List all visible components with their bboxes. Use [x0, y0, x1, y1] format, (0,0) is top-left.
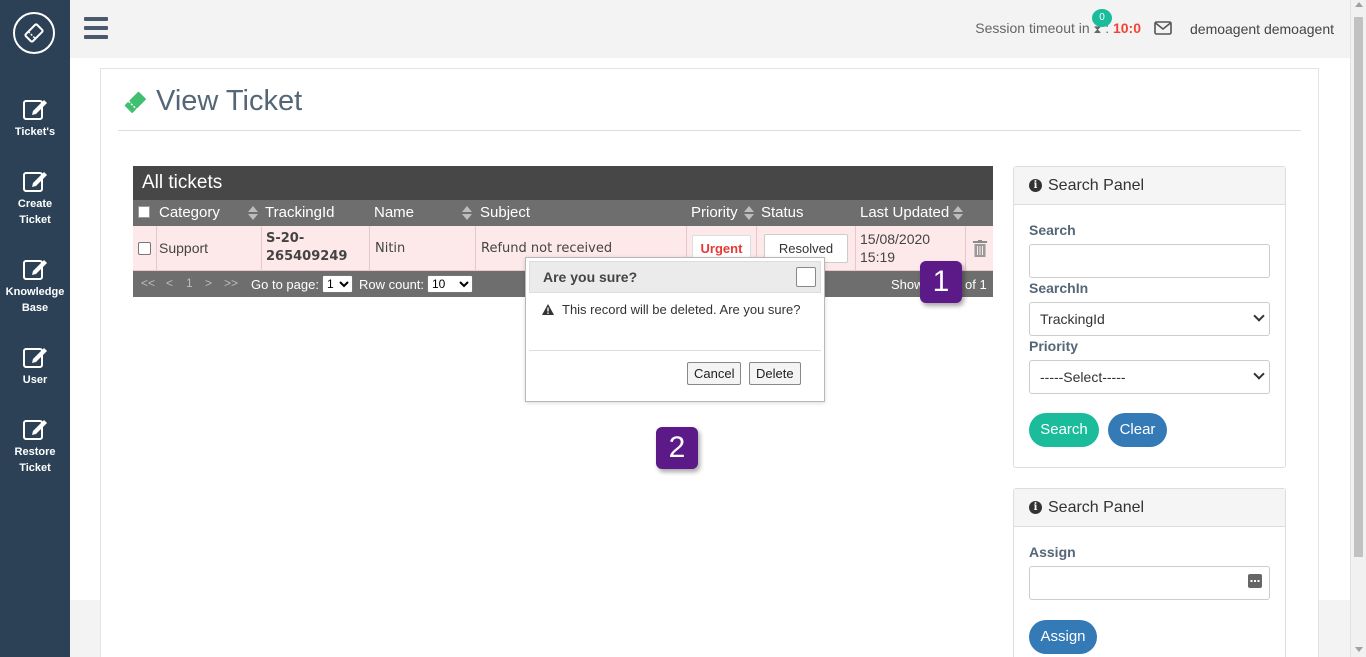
column-header-name[interactable]: Name — [374, 204, 414, 221]
topbar: Session timeout in ⧗ : 10:0 demoagent de… — [70, 0, 1350, 58]
sidebar-item-label: Knowledge Base — [5, 286, 65, 314]
row-count-select[interactable]: 10 — [427, 275, 473, 293]
column-header-last-updated[interactable]: Last Updated — [860, 204, 949, 221]
sidebar-item-restore-ticket[interactable]: Restore Ticket — [0, 416, 70, 476]
page-scrollbar[interactable] — [1350, 0, 1366, 657]
search-panel-title: Search Panel — [1048, 176, 1145, 194]
priority-select[interactable]: -----Select----- — [1029, 360, 1270, 394]
cancel-button[interactable]: Cancel — [687, 362, 742, 385]
confirm-delete-dialog: Are you sure? This record will be delete… — [525, 257, 825, 402]
sidebar-item-label: Restore Ticket — [14, 446, 56, 474]
column-header-trackingid[interactable]: TrackingId — [265, 204, 334, 221]
showing-total-text: of 1 — [965, 277, 987, 292]
chevron-down-icon — [1253, 368, 1265, 380]
sidebar-item-create-ticket[interactable]: Create Ticket — [0, 168, 70, 228]
sort-icon[interactable] — [462, 206, 472, 220]
pager-prev-button[interactable]: < — [166, 276, 173, 290]
showing-text: Show — [891, 277, 924, 292]
chevron-down-icon — [1253, 310, 1265, 322]
column-header-priority[interactable]: Priority — [691, 204, 738, 221]
ticket-icon — [124, 91, 146, 113]
assign-button[interactable]: Assign — [1029, 620, 1097, 654]
edit-icon — [23, 348, 47, 368]
warning-icon — [542, 304, 554, 315]
goto-page-select[interactable]: 1 — [322, 275, 353, 293]
logo-ticket-icon[interactable] — [13, 12, 55, 54]
hamburger-menu-icon[interactable] — [84, 17, 108, 39]
user-menu[interactable]: demoagent demoagent — [1190, 21, 1334, 37]
assign-panel: i Search Panel Assign Assign — [1013, 488, 1286, 657]
priority-label: Priority — [1029, 338, 1079, 354]
info-icon: i — [1029, 501, 1042, 514]
scroll-thumb[interactable] — [1354, 17, 1363, 557]
dialog-title: Are you sure? — [543, 269, 638, 285]
pager-first-button[interactable]: << — [141, 276, 155, 290]
delete-row-cell — [966, 226, 993, 270]
goto-page-label: Go to page: — [251, 277, 319, 292]
session-timer: 10:0 — [1112, 20, 1141, 36]
ellipsis-icon[interactable] — [1248, 574, 1262, 588]
sidebar-item-label: Ticket's — [14, 126, 56, 138]
searchin-select[interactable]: TrackingId — [1029, 302, 1270, 336]
pager-next-button[interactable]: > — [205, 276, 212, 290]
step-callout-2: 2 — [656, 427, 698, 469]
dialog-message-text: This record will be deleted. Are you sur… — [562, 302, 801, 317]
step-callout-1: 1 — [920, 261, 962, 303]
column-header-subject[interactable]: Subject — [480, 204, 530, 221]
pager-last-button[interactable]: >> — [224, 276, 238, 290]
row-checkbox-cell — [133, 226, 157, 270]
page-title-text: View Ticket — [156, 85, 303, 117]
search-panel: i Search Panel Search SearchIn TrackingI… — [1013, 166, 1286, 468]
assign-input[interactable] — [1029, 566, 1270, 600]
dialog-close-button[interactable] — [796, 267, 816, 287]
sort-icon[interactable] — [248, 206, 258, 220]
search-input[interactable] — [1029, 244, 1270, 278]
assign-panel-header: i Search Panel — [1014, 489, 1285, 527]
column-header-status[interactable]: Status — [761, 204, 804, 221]
title-divider — [118, 130, 1301, 131]
edit-icon — [23, 260, 47, 280]
assign-panel-title: Search Panel — [1048, 498, 1145, 516]
sidebar-item-tickets[interactable]: Ticket's — [0, 96, 70, 140]
cell-name: Nitin — [370, 226, 476, 270]
column-header-category[interactable]: Category — [159, 204, 220, 221]
grid-caption: All tickets — [133, 166, 993, 200]
info-icon: i — [1029, 179, 1042, 192]
row-checkbox[interactable] — [138, 241, 151, 255]
row-count-label: Row count: — [359, 277, 425, 292]
trash-icon[interactable] — [972, 239, 987, 257]
sidebar-item-label: Create Ticket — [17, 198, 53, 226]
scroll-up-arrow-icon[interactable] — [1355, 2, 1363, 7]
searchin-label: SearchIn — [1029, 280, 1089, 296]
scroll-down-arrow-icon[interactable] — [1355, 647, 1363, 652]
search-button[interactable]: Search — [1029, 413, 1099, 447]
search-label: Search — [1029, 222, 1076, 238]
sidebar-item-knowledge-base[interactable]: Knowledge Base — [0, 256, 70, 316]
edit-icon — [23, 100, 47, 120]
edit-icon — [23, 172, 47, 192]
session-timeout: Session timeout in ⧗ : 10:0 — [975, 20, 1141, 37]
cell-category: Support — [157, 226, 262, 270]
mail-count-badge: 0 — [1092, 9, 1112, 27]
dialog-divider — [529, 350, 821, 351]
page-title: View Ticket — [122, 85, 302, 118]
cell-trackingid[interactable]: S-20- 265409249 — [262, 226, 370, 270]
sort-icon[interactable] — [953, 206, 963, 220]
grid-header-row: Category TrackingId Name Subject Priorit… — [133, 200, 993, 226]
dialog-header: Are you sure? — [529, 261, 821, 293]
select-all-checkbox[interactable] — [138, 206, 150, 218]
sidebar-item-user[interactable]: User — [0, 344, 70, 388]
sort-icon[interactable] — [744, 206, 754, 220]
assign-label: Assign — [1029, 544, 1076, 560]
edit-icon — [23, 420, 47, 440]
sidebar: Ticket's Create Ticket Knowledge Base Us… — [0, 0, 70, 657]
delete-button[interactable]: Delete — [749, 362, 801, 385]
clear-button[interactable]: Clear — [1108, 413, 1167, 447]
envelope-icon[interactable] — [1154, 20, 1172, 36]
dialog-message: This record will be deleted. Are you sur… — [542, 302, 800, 317]
sidebar-item-label: User — [22, 374, 48, 386]
search-panel-header: i Search Panel — [1014, 167, 1285, 205]
session-label: Session timeout in — [975, 20, 1090, 36]
pager-page-button[interactable]: 1 — [186, 276, 193, 290]
